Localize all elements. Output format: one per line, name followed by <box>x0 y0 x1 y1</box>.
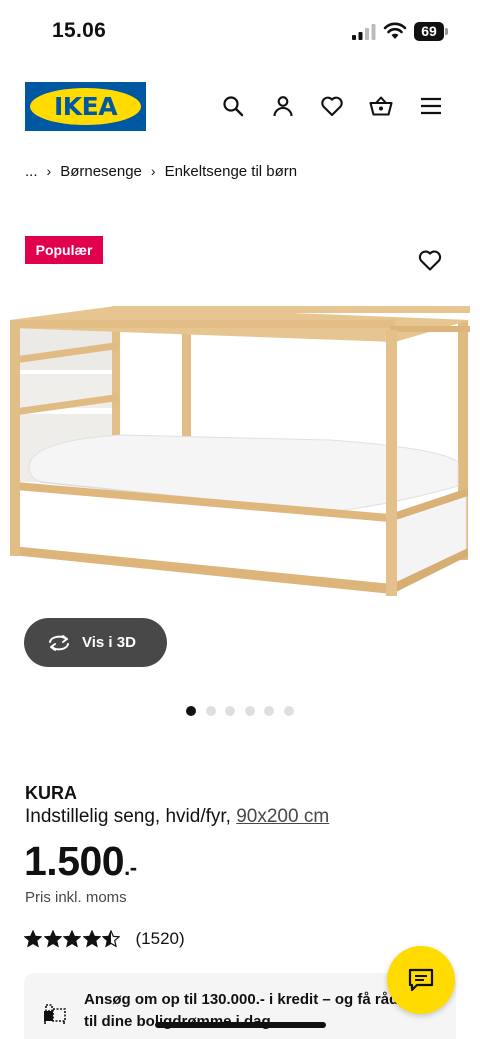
star-full-icon <box>63 930 81 948</box>
status-bar: 15.06 69 <box>0 0 480 62</box>
star-full-icon <box>24 930 42 948</box>
carousel-dots <box>186 706 303 716</box>
chat-icon <box>408 968 434 992</box>
price-value: 1.500 <box>24 838 125 884</box>
product-name: KURA <box>25 783 77 803</box>
breadcrumb-item-ellipsis[interactable]: ... <box>25 163 38 180</box>
popular-badge: Populær <box>25 236 103 264</box>
price-note: Pris inkl. moms <box>25 889 127 906</box>
star-full-icon <box>43 930 62 948</box>
star-half-icon <box>102 930 120 948</box>
carousel-dot[interactable] <box>244 706 255 716</box>
view-in-3d-label: Vis i 3D <box>82 634 136 651</box>
search-icon[interactable] <box>221 94 245 118</box>
product-rating[interactable]: (1520) <box>24 929 185 949</box>
carousel-dot[interactable] <box>205 706 216 716</box>
ikea-logo[interactable]: IKEA <box>25 82 146 131</box>
rating-count: (1520) <box>135 929 185 948</box>
breadcrumb-item-boernesenge[interactable]: Børnesenge <box>60 163 142 180</box>
breadcrumb: ... › Børnesenge › Enkeltsenge til børn <box>25 160 297 182</box>
carousel-dot[interactable] <box>283 706 294 716</box>
chevron-right-icon: › <box>46 163 52 179</box>
carousel-dot[interactable] <box>186 706 196 716</box>
status-time: 15.06 <box>52 19 107 42</box>
price-suffix: .- <box>124 855 137 880</box>
home-indicator <box>155 1022 326 1028</box>
chat-button[interactable] <box>387 946 455 1014</box>
product-image[interactable] <box>0 290 480 610</box>
cellular-signal-icon <box>352 24 376 40</box>
heart-icon[interactable] <box>320 94 344 118</box>
menu-icon[interactable] <box>419 94 443 118</box>
chevron-right-icon: › <box>150 163 156 179</box>
star-full-icon <box>82 930 101 948</box>
basket-icon[interactable] <box>369 94 393 118</box>
sofa-credit-icon <box>44 1004 66 1024</box>
wifi-icon <box>383 22 407 39</box>
favourite-heart-icon[interactable] <box>418 249 442 271</box>
battery-level: 69 <box>421 23 437 39</box>
view-in-3d-button[interactable]: Vis i 3D <box>24 618 167 667</box>
carousel-dot[interactable] <box>225 706 235 716</box>
profile-icon[interactable] <box>271 94 295 118</box>
battery-icon: 69 <box>414 22 448 41</box>
product-description-text: Indstillelig seng, hvid/fyr, <box>25 806 231 827</box>
product-size-link[interactable]: 90x200 cm <box>236 806 329 827</box>
rotate-3d-icon <box>49 634 69 651</box>
product-description: Indstillelig seng, hvid/fyr, 90x200 cm <box>25 806 329 828</box>
logo-text: IKEA <box>53 92 118 121</box>
carousel-dot[interactable] <box>264 706 274 716</box>
site-header: IKEA <box>0 82 480 132</box>
breadcrumb-item-enkeltsenge[interactable]: Enkeltsenge til børn <box>165 163 298 180</box>
product-price: 1.500.- <box>24 838 137 885</box>
